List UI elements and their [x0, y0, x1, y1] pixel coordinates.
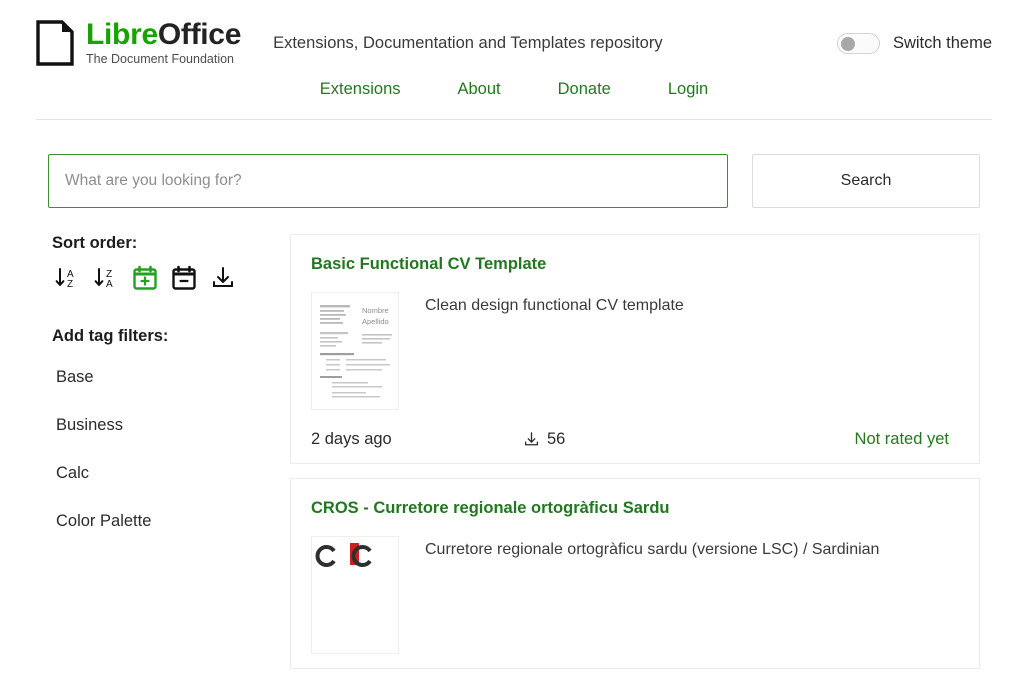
libreoffice-logo[interactable]: LibreOffice The Document Foundation	[36, 20, 241, 66]
result-description: Clean design functional CV template	[425, 297, 684, 314]
result-title[interactable]: Basic Functional CV Template	[311, 255, 957, 274]
logo-libre-text: Libre	[86, 18, 158, 52]
result-thumbnail[interactable]: Nombre Apellido	[311, 292, 399, 410]
header-top-row: LibreOffice The Document Foundation Exte…	[36, 14, 992, 72]
sort-alpha-asc-icon[interactable]: A Z	[52, 263, 82, 293]
tag-filter-base[interactable]: Base	[48, 368, 248, 387]
result-card[interactable]: CROS - Curretore regionale ortogràficu S…	[290, 478, 980, 669]
result-title[interactable]: CROS - Curretore regionale ortogràficu S…	[311, 499, 957, 518]
tag-filters-heading: Add tag filters:	[52, 327, 169, 345]
sort-order-heading: Sort order:	[52, 234, 138, 252]
tag-filter-list: Base Business Calc Color Palette	[48, 368, 248, 531]
search-button[interactable]: Search	[752, 154, 980, 208]
result-card[interactable]: Basic Functional CV Template Nombre Apel…	[290, 234, 980, 464]
filter-sidebar: Sort order: A Z Z A Add tag filters: Bas…	[48, 234, 248, 683]
logo-subtitle: The Document Foundation	[86, 52, 235, 67]
logo-office-text: Office	[157, 18, 242, 52]
result-thumbnail[interactable]	[311, 536, 399, 654]
page-content: Sort order: A Z Z A Add tag filters: Bas…	[0, 208, 1028, 683]
tag-filter-color-palette[interactable]: Color Palette	[48, 512, 248, 531]
theme-toggle-label: Switch theme	[892, 33, 992, 52]
theme-switch-group[interactable]: Switch theme	[836, 32, 992, 54]
sort-alpha-desc-icon[interactable]: Z A	[91, 263, 121, 293]
logo-text-block: LibreOffice The Document Foundation	[86, 20, 241, 66]
tag-filter-business[interactable]: Business	[48, 416, 248, 435]
result-body: Curretore regionale ortogràficu sardu (v…	[311, 536, 957, 654]
result-downloads: 56	[523, 430, 745, 449]
theme-toggle-knob	[840, 36, 855, 51]
site-tagline: Extensions, Documentation and Templates …	[273, 33, 663, 52]
sort-order-controls: A Z Z A	[52, 263, 248, 293]
result-meta: 2 days ago 56 Not rated yet	[311, 430, 957, 449]
results-list: Basic Functional CV Template Nombre Apel…	[290, 234, 980, 683]
download-count-icon	[524, 432, 539, 446]
result-body: Nombre Apellido Clean design functional …	[311, 292, 957, 410]
calendar-minus-icon[interactable]	[169, 263, 199, 293]
search-bar: Search	[0, 120, 1028, 208]
download-icon[interactable]	[208, 263, 238, 293]
svg-text:Z: Z	[67, 279, 73, 290]
svg-text:Apellido: Apellido	[362, 317, 389, 326]
tag-filter-calc[interactable]: Calc	[48, 464, 248, 483]
main-navigation: Extensions About Donate Login	[36, 72, 992, 119]
site-header: LibreOffice The Document Foundation Exte…	[0, 0, 1028, 119]
nav-item-donate[interactable]: Donate	[558, 80, 611, 99]
calendar-plus-icon[interactable]	[130, 263, 160, 293]
search-input[interactable]	[48, 154, 728, 208]
theme-toggle[interactable]	[836, 32, 880, 54]
document-icon	[36, 20, 74, 66]
nav-item-login[interactable]: Login	[668, 80, 708, 99]
logo-wordmark: LibreOffice	[86, 20, 241, 50]
svg-text:Nombre: Nombre	[362, 306, 389, 315]
nav-item-extensions[interactable]: Extensions	[320, 80, 401, 99]
nav-item-about[interactable]: About	[458, 80, 501, 99]
download-count-value: 56	[547, 430, 566, 448]
result-description: Curretore regionale ortogràficu sardu (v…	[425, 541, 880, 558]
svg-text:A: A	[106, 279, 113, 290]
result-rating: Not rated yet	[854, 430, 949, 448]
result-date: 2 days ago	[311, 430, 392, 448]
